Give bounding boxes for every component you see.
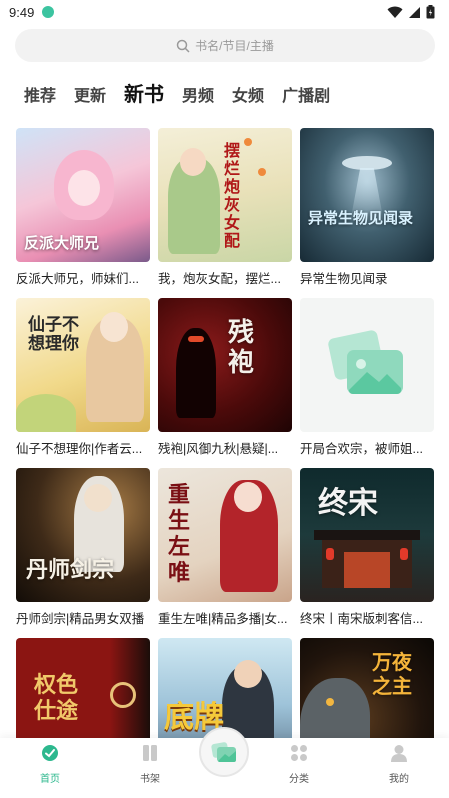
- nav-profile[interactable]: 我的: [369, 744, 429, 785]
- profile-icon: [391, 745, 407, 762]
- book-card[interactable]: 终宋 终宋丨南宋版刺客信...: [300, 468, 434, 627]
- book-title: 仙子不想理你|作者云...: [16, 442, 143, 456]
- category-icon: [291, 745, 307, 761]
- book-title: 丹师剑宗|精品男女双播: [16, 612, 145, 626]
- book-cover: 丹师剑宗: [16, 468, 150, 602]
- nav-home[interactable]: 首页: [20, 744, 80, 785]
- book-cover: 摆烂炮灰女配: [158, 128, 292, 262]
- book-cover: 异常生物见闻录: [300, 128, 434, 262]
- search-input[interactable]: 书名/节目/主播: [15, 29, 435, 62]
- book-cover-title: 仙子不想理你: [28, 315, 79, 354]
- book-title: 我，炮灰女配，摆烂...: [158, 272, 281, 286]
- wifi-icon: [387, 6, 403, 18]
- book-card[interactable]: 开局合欢宗，被师姐...: [300, 298, 434, 457]
- book-title: 异常生物见闻录: [300, 272, 388, 286]
- book-card[interactable]: 摆烂炮灰女配 我，炮灰女配，摆烂...: [158, 128, 292, 287]
- book-card[interactable]: 重生左唯 重生左唯|精品多播|女...: [158, 468, 292, 627]
- tab-new-books[interactable]: 新书: [124, 78, 164, 107]
- tab-recommend[interactable]: 推荐: [24, 82, 56, 106]
- tab-radio-drama[interactable]: 广播剧: [282, 82, 330, 106]
- book-card[interactable]: 丹师剑宗 丹师剑宗|精品男女双播: [16, 468, 150, 627]
- nav-category[interactable]: 分类: [269, 744, 329, 785]
- book-cover-title: 丹师剑宗: [26, 557, 115, 583]
- image-placeholder-icon: [328, 330, 403, 394]
- book-cover: 残袍: [158, 298, 292, 432]
- nav-bookshelf[interactable]: 书架: [120, 744, 180, 785]
- book-card[interactable]: 反派大师兄 反派大师兄，师妹们...: [16, 128, 150, 287]
- home-icon: [42, 745, 58, 761]
- tab-female[interactable]: 女频: [232, 82, 264, 106]
- book-title: 终宋丨南宋版刺客信...: [300, 612, 423, 626]
- now-playing-icon: [211, 742, 236, 762]
- bottom-nav: 首页 书架 分类 我的: [0, 727, 449, 798]
- category-tabs: 推荐 更新 新书 男频 女频 广播剧: [24, 78, 348, 107]
- book-title: 开局合欢宗，被师姐...: [300, 442, 423, 456]
- nav-category-label: 分类: [289, 774, 309, 785]
- book-cover-title: 异常生物见闻录: [308, 209, 414, 227]
- nav-profile-label: 我的: [389, 774, 409, 785]
- book-card[interactable]: 仙子不想理你 仙子不想理你|作者云...: [16, 298, 150, 457]
- status-icons: [387, 5, 435, 19]
- nav-bookshelf-label: 书架: [140, 774, 160, 785]
- book-cover: 重生左唯: [158, 468, 292, 602]
- book-cover: 终宋: [300, 468, 434, 602]
- book-cover-title: 终宋: [318, 486, 378, 521]
- player-button[interactable]: [199, 727, 249, 777]
- book-cover-title: 重生左唯: [168, 482, 191, 586]
- book-title: 残袍|风御九秋|悬疑|...: [158, 442, 279, 456]
- status-bar: 9:49: [0, 0, 449, 26]
- book-cover-placeholder: [300, 298, 434, 432]
- book-card[interactable]: 异常生物见闻录 异常生物见闻录: [300, 128, 434, 287]
- tab-updates[interactable]: 更新: [74, 82, 106, 106]
- status-time: 9:49: [9, 5, 35, 20]
- signal-icon: [409, 6, 420, 18]
- book-cover-title: 残袍: [228, 318, 255, 378]
- search-icon: [176, 39, 190, 53]
- app-notification-icon: [42, 6, 54, 18]
- book-cover-title: 摆烂炮灰女配: [224, 141, 241, 250]
- book-card[interactable]: 残袍 残袍|风御九秋|悬疑|...: [158, 298, 292, 457]
- book-cover-title: 万夜之主: [372, 650, 412, 698]
- book-title: 反派大师兄，师妹们...: [16, 272, 139, 286]
- nav-home-label: 首页: [40, 774, 60, 785]
- book-cover-title: 权色仕途: [34, 672, 79, 724]
- book-cover-title: 反派大师兄: [24, 234, 100, 252]
- book-cover: 仙子不想理你: [16, 298, 150, 432]
- bookshelf-icon: [143, 745, 157, 761]
- book-title: 重生左唯|精品多播|女...: [158, 612, 288, 626]
- book-cover: 反派大师兄: [16, 128, 150, 262]
- search-placeholder: 书名/节目/主播: [195, 39, 274, 53]
- battery-icon: [426, 5, 435, 19]
- tab-male[interactable]: 男频: [182, 82, 214, 106]
